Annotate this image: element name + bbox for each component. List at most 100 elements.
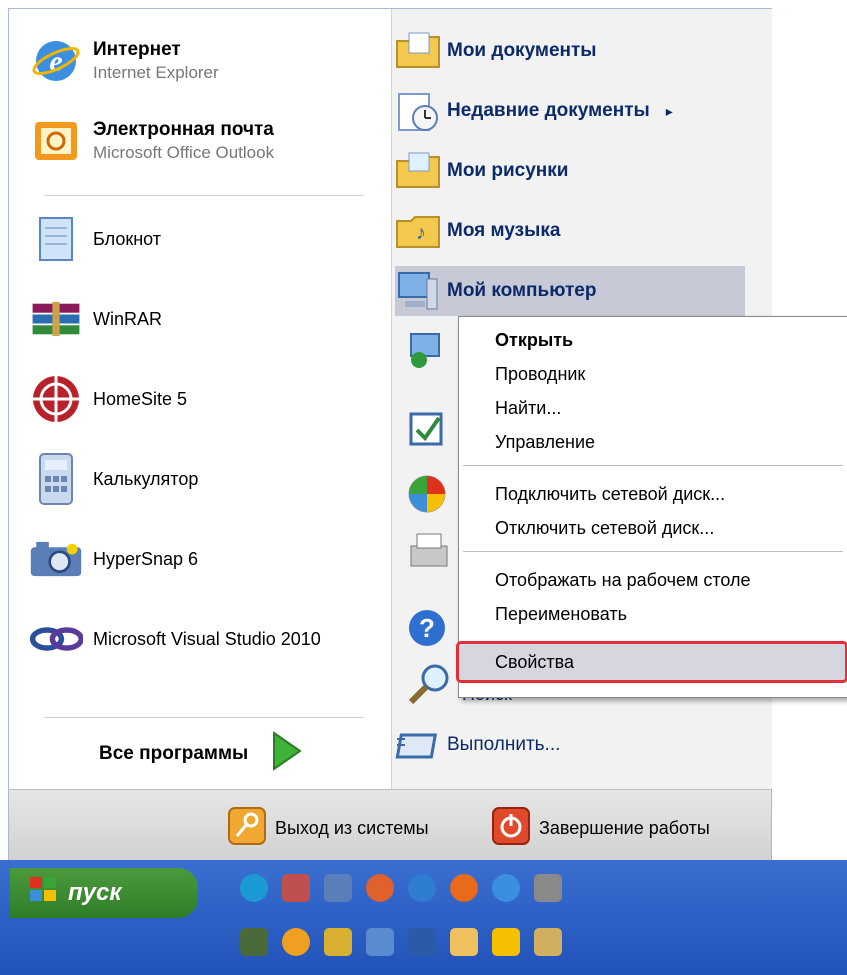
internet-explorer-icon[interactable]: [492, 874, 520, 902]
media-player-icon[interactable]: [408, 874, 436, 902]
windows-flag-icon: [30, 876, 58, 910]
app-label: Калькулятор: [93, 468, 199, 489]
key-icon: [227, 806, 267, 851]
all-programs-label: Все программы: [99, 742, 249, 764]
ctx-map-drive[interactable]: Подключить сетевой диск...: [495, 479, 725, 509]
recent-documents-icon: [395, 88, 441, 134]
app-item-notepad[interactable]: Блокнот: [29, 209, 379, 269]
separator: [44, 717, 364, 718]
ctx-separator: [463, 551, 843, 552]
email-icon[interactable]: [366, 874, 394, 902]
network-icon: [407, 330, 453, 375]
app-label: HyperSnap 6: [93, 548, 199, 569]
svg-text:♪: ♪: [416, 222, 426, 244]
ctx-explorer[interactable]: Проводник: [495, 359, 585, 389]
pinned-email[interactable]: Электронная почта Microsoft Office Outlo…: [29, 111, 379, 171]
help-icon: ?: [407, 606, 451, 655]
internet-explorer-icon: e: [29, 34, 83, 88]
app-icon[interactable]: [324, 928, 352, 956]
windows-logo-icon: [405, 472, 451, 521]
ctx-show-desktop[interactable]: Отображать на рабочем столе: [495, 565, 751, 595]
my-music-label: Моя музыка: [447, 220, 561, 241]
svg-text:?: ?: [419, 613, 435, 643]
shutdown-label: Завершение работы: [539, 818, 710, 838]
context-menu: Открыть Проводник Найти... Управление По…: [456, 316, 847, 698]
ctx-separator: [463, 465, 843, 466]
outlook-icon: [29, 114, 83, 168]
notepad-icon: [29, 212, 83, 266]
green-arrow-icon: [270, 731, 303, 776]
app-icon[interactable]: [366, 928, 394, 956]
control-panel-icon: [407, 410, 453, 455]
run-label: Выполнить...: [447, 734, 561, 755]
quick-launch-row-2: [240, 928, 562, 956]
run-item[interactable]: Выполнить...: [395, 720, 745, 770]
homesite-icon: [29, 372, 83, 426]
my-computer-icon: [395, 268, 441, 314]
ctx-properties[interactable]: Свойства: [456, 641, 847, 683]
ctx-disconnect-drive[interactable]: Отключить сетевой диск...: [495, 513, 714, 543]
app-label: Microsoft Visual Studio 2010: [93, 628, 321, 649]
firefox-icon[interactable]: [450, 874, 478, 902]
winrar-icon: [29, 292, 83, 346]
submenu-arrow-icon: ▸: [665, 102, 673, 119]
taskbar: пуск: [0, 860, 847, 975]
my-pictures-label: Мои рисунки: [447, 160, 569, 181]
pinned-internet[interactable]: e Интернет Internet Explorer: [29, 31, 379, 91]
app-icon[interactable]: [534, 928, 562, 956]
separator: [44, 195, 364, 196]
my-computer-label: Мой компьютер: [447, 280, 597, 301]
my-computer-item[interactable]: Мой компьютер: [395, 266, 745, 316]
my-pictures-item[interactable]: Мои рисунки: [395, 146, 745, 196]
logoff-button[interactable]: Выход из системы: [227, 806, 429, 851]
calculator-icon: [29, 452, 83, 506]
my-documents-item[interactable]: Мои документы: [395, 26, 745, 76]
start-menu-footer: Выход из системы Завершение работы: [9, 789, 771, 860]
app-item-hypersnap[interactable]: HyperSnap 6: [29, 529, 379, 589]
shutdown-button[interactable]: Завершение работы: [491, 806, 710, 851]
start-button[interactable]: пуск: [10, 868, 198, 918]
search-icon: [405, 660, 455, 711]
word-icon[interactable]: [408, 928, 436, 956]
pinned-subtitle: Microsoft Office Outlook: [93, 143, 275, 162]
pinned-subtitle: Internet Explorer: [93, 63, 219, 82]
pinned-title: Интернет: [93, 39, 181, 60]
app-icon[interactable]: [282, 874, 310, 902]
app-icon[interactable]: [324, 874, 352, 902]
my-music-item[interactable]: ♪ Моя музыка: [395, 206, 745, 256]
quick-launch-row-1: [240, 874, 562, 902]
app-label: WinRAR: [93, 308, 163, 329]
pictures-folder-icon: [395, 148, 441, 194]
app-icon[interactable]: [282, 928, 310, 956]
app-label: HomeSite 5: [93, 388, 188, 409]
clock-icon[interactable]: [450, 928, 478, 956]
pinned-title: Электронная почта: [93, 119, 274, 140]
app-item-homesite[interactable]: HomeSite 5: [29, 369, 379, 429]
ctx-manage[interactable]: Управление: [495, 427, 595, 457]
printer-icon: [407, 530, 453, 579]
left-pane: e Интернет Internet Explorer Электронная…: [9, 9, 391, 789]
app-item-winrar[interactable]: WinRAR: [29, 289, 379, 349]
music-folder-icon: ♪: [395, 208, 441, 254]
power-icon: [491, 806, 531, 851]
my-documents-label: Мои документы: [447, 40, 597, 61]
ctx-rename[interactable]: Переименовать: [495, 599, 627, 629]
app-icon[interactable]: [240, 928, 268, 956]
star-icon[interactable]: [492, 928, 520, 956]
run-icon: [395, 722, 441, 768]
ctx-open[interactable]: Открыть: [495, 325, 573, 355]
camera-icon[interactable]: [534, 874, 562, 902]
app-item-calculator[interactable]: Калькулятор: [29, 449, 379, 509]
start-label: пуск: [68, 879, 122, 906]
logoff-label: Выход из системы: [275, 818, 429, 838]
ctx-find[interactable]: Найти...: [495, 393, 561, 423]
app-label: Блокнот: [93, 228, 162, 249]
all-programs-button[interactable]: Все программы: [99, 731, 303, 776]
skype-icon[interactable]: [240, 874, 268, 902]
recent-documents-item[interactable]: Недавние документы ▸: [395, 86, 745, 136]
documents-folder-icon: [395, 28, 441, 74]
recent-documents-label: Недавние документы: [447, 100, 650, 121]
camera-icon: [29, 532, 83, 586]
app-item-visual-studio[interactable]: Microsoft Visual Studio 2010: [29, 609, 379, 669]
visual-studio-icon: [29, 612, 83, 666]
